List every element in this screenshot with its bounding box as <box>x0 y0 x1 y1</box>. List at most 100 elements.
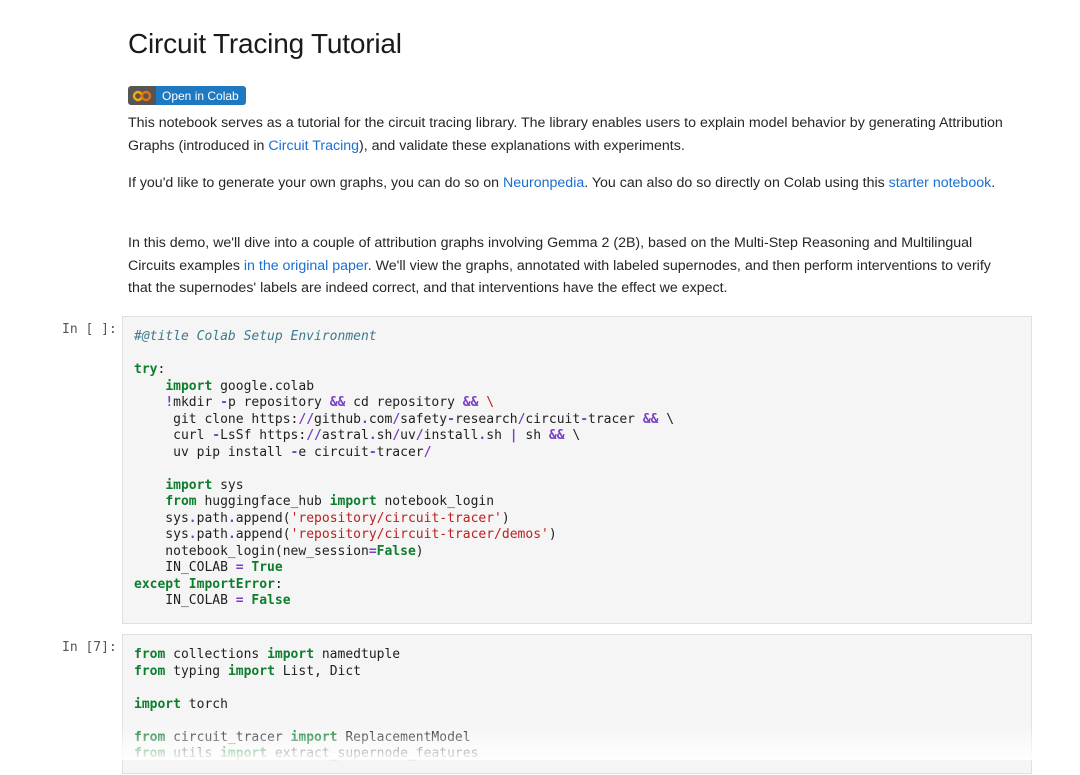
demo-paragraph: In this demo, we'll dive into a couple o… <box>128 232 1008 300</box>
code-token: sh <box>486 428 510 443</box>
code-token: import <box>267 647 315 662</box>
code-cell-imports[interactable]: from collections import namedtuple from … <box>122 634 1032 774</box>
code-token: = <box>368 543 377 559</box>
code-token: sys <box>212 477 244 493</box>
code-token: 'repository/circuit-tracer' <box>290 510 502 526</box>
circuit-tracing-link[interactable]: Circuit Tracing <box>268 138 359 154</box>
code-token: sys <box>134 510 189 526</box>
code-token: import <box>165 477 213 493</box>
open-in-colab-label: Open in Colab <box>156 86 246 105</box>
code-token: try <box>134 362 158 377</box>
code-token: // <box>306 428 322 443</box>
code-token: \ <box>658 411 675 427</box>
code-line: git clone https://github.com/safety-rese… <box>134 412 674 427</box>
code-token: import <box>134 696 181 712</box>
code-line: IN_COLAB = True <box>134 560 282 575</box>
code-token: except <box>134 576 181 592</box>
code-line: #@title Colab Setup Environment <box>134 329 377 344</box>
code-token: False <box>251 593 291 608</box>
code-token: circuit_tracer <box>165 729 291 745</box>
code-token: path <box>196 527 228 542</box>
code-token: safety <box>400 411 448 427</box>
code-token: / <box>392 411 401 427</box>
code-token: from <box>134 729 166 745</box>
code-token: uv pip install <box>134 444 291 460</box>
code-token: && <box>329 395 346 410</box>
code-token: . <box>188 527 197 542</box>
open-in-colab-badge[interactable]: Open in Colab <box>128 86 246 105</box>
code-token: import <box>165 378 213 394</box>
code-token: IN_COLAB <box>134 593 236 608</box>
code-line: notebook_login(new_session=False) <box>134 543 424 559</box>
code-line: from collections import namedtuple <box>134 647 400 662</box>
code-token: - <box>580 411 589 427</box>
code-token: // <box>298 411 315 427</box>
intro-paragraph: This notebook serves as a tutorial for t… <box>128 112 1008 157</box>
code-token: circuit <box>525 411 581 427</box>
code-token: from <box>165 494 197 509</box>
code-line: sys.path.append('repository/circuit-trac… <box>134 527 557 542</box>
code-token: path <box>196 510 228 526</box>
code-token: && <box>462 395 479 410</box>
code-token: astral <box>321 428 369 443</box>
code-token: extract_supernode_features <box>267 746 479 761</box>
code-token: / <box>415 428 424 443</box>
code-token: cd repository <box>345 395 463 410</box>
code-token: && <box>548 428 565 443</box>
code-token: | <box>509 428 518 443</box>
code-token: com <box>368 411 393 427</box>
code-token: import <box>329 494 377 509</box>
code-token: notebook_login <box>376 494 495 509</box>
code-token: . <box>361 411 369 427</box>
code-token: huggingface_hub <box>196 494 330 509</box>
code-token: from <box>134 647 166 662</box>
code-token: google.colab <box>212 378 315 394</box>
code-line: from huggingface_hub import notebook_log… <box>134 494 494 509</box>
code-token: import <box>220 746 268 761</box>
code-token: import <box>290 729 338 745</box>
code-token: sh <box>376 428 393 443</box>
code-line: try: <box>134 362 165 377</box>
code-token: - <box>368 444 377 460</box>
starter-notebook-link[interactable]: starter notebook <box>889 175 992 191</box>
code-token: typing <box>165 663 228 679</box>
code-token: IN_COLAB <box>134 560 236 575</box>
generate-graphs-paragraph: If you'd like to generate your own graph… <box>128 172 1008 195</box>
code-cell-setup[interactable]: #@title Colab Setup Environment try: imp… <box>122 316 1032 624</box>
code-token: ImportError <box>188 576 275 592</box>
code-token: utils <box>165 746 221 761</box>
code-token: ! <box>165 395 174 410</box>
code-token: research <box>454 411 518 427</box>
code-token: uv <box>400 428 416 443</box>
code-token: : <box>157 362 166 377</box>
code-token: - <box>212 428 221 443</box>
paragraph-text: . <box>991 175 996 191</box>
page-title: Circuit Tracing Tutorial <box>128 28 402 59</box>
code-line: from typing import List, Dict <box>134 664 361 679</box>
code-line: sys.path.append('repository/circuit-trac… <box>134 510 509 526</box>
code-editor[interactable]: #@title Colab Setup Environment try: imp… <box>123 317 1031 622</box>
code-token: False <box>376 543 416 559</box>
notebook: Circuit Tracing Tutorial Open in Colab T… <box>0 0 1080 774</box>
code-token: import <box>227 663 275 679</box>
code-token: from <box>134 663 166 679</box>
code-token: curl <box>134 428 213 443</box>
code-editor[interactable]: from collections import namedtuple from … <box>123 635 1031 775</box>
code-token: : <box>274 576 283 592</box>
code-token: . <box>368 428 377 443</box>
neuronpedia-link[interactable]: Neuronpedia <box>503 175 584 191</box>
code-token: List, Dict <box>274 663 361 679</box>
code-token: = <box>235 560 244 575</box>
colab-logo-icon <box>128 86 156 105</box>
original-paper-link[interactable]: in the original paper <box>244 258 368 274</box>
code-token: ) <box>415 543 424 559</box>
code-token: - <box>220 395 228 410</box>
code-token: ) <box>548 527 557 542</box>
code-token: e circuit <box>298 444 369 460</box>
code-token: append( <box>235 510 291 526</box>
code-token: git clone https: <box>134 411 299 427</box>
